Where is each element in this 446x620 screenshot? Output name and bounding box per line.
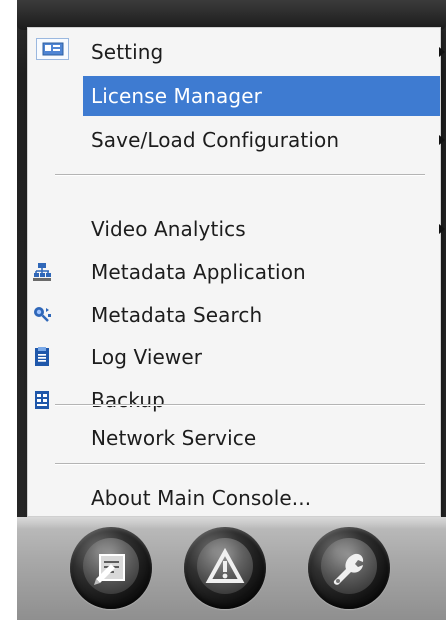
clipboard-log-icon — [30, 345, 54, 369]
warning-button[interactable] — [184, 527, 266, 609]
menu-item-metadata-application[interactable]: Metadata Application — [28, 252, 440, 292]
screen: Setting License Manager Save/Load Config… — [0, 0, 446, 620]
menu-item-network-service[interactable]: Network Service — [28, 418, 440, 458]
menu-item-label: Network Service — [91, 426, 257, 450]
menu-item-video-analytics[interactable]: Video Analytics — [28, 209, 445, 249]
menu-item-label: Video Analytics — [91, 217, 246, 241]
context-menu: Setting License Manager Save/Load Config… — [27, 27, 445, 518]
menu-item-about-main-console[interactable]: About Main Console... — [28, 478, 440, 518]
submenu-arrow-icon — [439, 47, 445, 57]
menu-separator — [55, 404, 425, 406]
database-backup-icon — [30, 388, 54, 412]
menu-item-label: License Manager — [91, 84, 262, 108]
submenu-arrow-icon — [439, 224, 445, 234]
menu-item-label: Setting — [91, 40, 164, 64]
menu-separator — [55, 174, 425, 176]
menu-item-label: Save/Load Configuration — [91, 128, 340, 152]
menu-separator — [55, 463, 425, 465]
warning-icon — [205, 547, 245, 583]
submenu-arrow-icon — [439, 135, 445, 145]
menu-item-label: Metadata Search — [91, 303, 263, 327]
network-hierarchy-icon — [30, 260, 54, 284]
menu-item-metadata-search[interactable]: Metadata Search — [28, 295, 440, 335]
menu-item-label: About Main Console... — [91, 486, 312, 510]
menu-item-log-viewer[interactable]: Log Viewer — [28, 337, 440, 377]
menu-item-label: Metadata Application — [91, 260, 306, 284]
console-top-band — [17, 0, 446, 30]
document-edit-button[interactable] — [70, 527, 152, 609]
menu-item-save-load-configuration[interactable]: Save/Load Configuration — [28, 120, 445, 160]
magnifier-search-icon — [30, 303, 54, 327]
document-edit-icon — [94, 554, 125, 585]
settings-button[interactable] — [308, 527, 390, 609]
menu-item-backup[interactable]: Backup — [28, 380, 440, 420]
license-card-icon — [36, 38, 69, 60]
menu-item-label: Log Viewer — [91, 345, 203, 369]
wrench-icon — [333, 553, 364, 585]
menu-item-label: Backup — [91, 388, 165, 412]
menu-item-setting[interactable]: Setting — [28, 32, 445, 72]
menu-item-license-manager[interactable]: License Manager — [83, 76, 440, 116]
